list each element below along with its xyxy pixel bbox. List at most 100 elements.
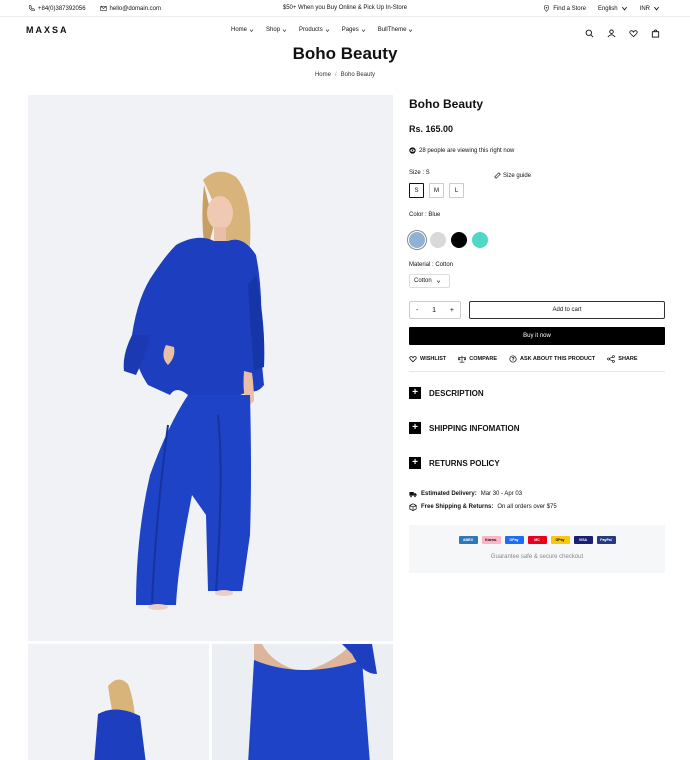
nav-item-bulltheme[interactable]: BullTheme	[378, 27, 414, 33]
color-swatch-black[interactable]	[451, 232, 467, 248]
viewing-notice: 28 people are viewing this right now	[409, 147, 514, 154]
product-actions: WISHLIST COMPARE ASK ABOUT THIS PRODUCT …	[409, 355, 638, 363]
viewing-text: 28 people are viewing this right now	[419, 147, 515, 154]
chevron-down-icon	[436, 279, 440, 283]
heart-icon	[629, 30, 638, 38]
chevron-down-icon	[249, 28, 254, 32]
qty-increase-button[interactable]: +	[450, 307, 454, 314]
wishlist-button[interactable]	[629, 25, 638, 43]
nav-label: BullTheme	[377, 27, 407, 33]
color-swatch-blue[interactable]	[409, 232, 425, 248]
product-thumbnail[interactable]	[212, 644, 393, 760]
user-icon	[607, 29, 616, 38]
chevron-down-icon	[282, 28, 287, 32]
find-store-link[interactable]: Find a Store	[543, 5, 586, 12]
material-label: Material : Cotton	[409, 262, 454, 268]
share-icon	[607, 355, 616, 363]
logo[interactable]: MAXSA	[26, 25, 69, 35]
qty-decrease-button[interactable]: -	[416, 307, 418, 314]
eye-icon	[409, 147, 416, 154]
nav-label: Shop	[266, 27, 281, 33]
language-value: English	[597, 5, 618, 12]
search-button[interactable]	[585, 25, 594, 43]
nav-item-shop[interactable]: Shop	[266, 27, 287, 33]
size-option-s[interactable]: S	[409, 183, 424, 198]
buy-now-button[interactable]: Buy it now	[409, 327, 665, 345]
currency-value: INR	[639, 5, 650, 12]
divider	[409, 371, 665, 372]
accordion-label: DESCRIPTION	[429, 388, 484, 398]
truck-icon	[409, 492, 417, 498]
breadcrumb-separator: /	[334, 72, 337, 78]
ruler-icon	[494, 172, 501, 179]
account-button[interactable]	[607, 25, 616, 43]
model-illustration	[28, 95, 393, 641]
breadcrumb-home[interactable]: Home	[315, 72, 331, 78]
model-back-illustration	[28, 644, 209, 760]
question-icon	[509, 355, 517, 363]
currency-select[interactable]: INR	[640, 5, 660, 12]
color-swatch-teal[interactable]	[472, 232, 488, 248]
size-label: Size : S	[409, 170, 430, 176]
amex-icon: AMEX	[458, 536, 478, 544]
main-nav: Home Shop Products Pages BullTheme	[231, 27, 413, 33]
gpay-icon: GPay	[550, 536, 570, 544]
chevron-down-icon	[654, 6, 659, 11]
site-header: MAXSA Home Shop Products Pages BullTheme	[0, 17, 690, 45]
product-main-image[interactable]	[28, 95, 393, 641]
wishlist-label: WISHLIST	[420, 356, 447, 362]
nav-item-products[interactable]: Products	[299, 27, 330, 33]
scale-icon	[458, 355, 467, 363]
shipping-label: Free Shipping & Returns:	[421, 504, 494, 510]
plus-icon: +	[409, 387, 421, 399]
nav-label: Pages	[341, 27, 359, 33]
product-price: Rs. 165.00	[409, 124, 454, 134]
guarantee-text: Guarantee safe & secure checkout	[490, 554, 584, 560]
accordion-shipping[interactable]: + SHIPPING INFOMATION	[409, 422, 520, 434]
estimated-delivery: Estimated Delivery: Mar 30 - Apr 03	[409, 490, 522, 498]
breadcrumb: Home / Boho Beauty	[0, 72, 690, 78]
chevron-down-icon	[621, 6, 627, 11]
accordion-label: RETURNS POLICY	[429, 458, 500, 468]
plus-icon: +	[409, 457, 421, 469]
size-guide-link[interactable]: Size guide	[494, 172, 531, 179]
accordion-returns[interactable]: + RETURNS POLICY	[409, 457, 500, 469]
nav-item-pages[interactable]: Pages	[342, 27, 366, 33]
size-guide-text: Size guide	[503, 172, 532, 179]
trouser-closeup-illustration	[212, 644, 393, 760]
qty-value[interactable]: 1	[432, 307, 436, 314]
bag-icon	[651, 29, 660, 38]
payment-methods: AMEX Klarna. OPay MC GPay VISA PayPal	[409, 536, 665, 544]
size-option-l[interactable]: L	[449, 183, 464, 198]
size-options: S M L	[409, 183, 464, 198]
plus-icon: +	[409, 422, 421, 434]
language-select[interactable]: English	[598, 5, 628, 12]
nav-item-home[interactable]: Home	[231, 27, 254, 33]
ask-question-action[interactable]: ASK ABOUT THIS PRODUCT	[509, 355, 595, 363]
shipping-value: On all orders over $75	[497, 504, 557, 510]
material-value: Cotton	[414, 278, 432, 284]
opay-icon: OPay	[504, 536, 524, 544]
secure-checkout-box: AMEX Klarna. OPay MC GPay VISA PayPal Gu…	[409, 525, 665, 573]
klarna-icon: Klarna.	[481, 536, 501, 544]
accordion-description[interactable]: + DESCRIPTION	[409, 387, 484, 399]
product-title: Boho Beauty	[409, 97, 484, 111]
delivery-label: Estimated Delivery:	[421, 491, 477, 497]
mastercard-icon: MC	[527, 536, 547, 544]
wishlist-action[interactable]: WISHLIST	[409, 355, 446, 363]
cart-button[interactable]	[651, 25, 660, 43]
add-to-cart-button[interactable]: Add to cart	[469, 301, 665, 319]
find-store-text: Find a Store	[553, 5, 586, 12]
compare-action[interactable]: COMPARE	[458, 355, 497, 363]
ask-question-label: ASK ABOUT THIS PRODUCT	[520, 356, 596, 362]
nav-label: Products	[299, 27, 323, 33]
chevron-down-icon	[409, 28, 413, 32]
breadcrumb-current: Boho Beauty	[340, 72, 376, 78]
share-action[interactable]: SHARE	[607, 355, 638, 363]
color-swatch-gray[interactable]	[430, 232, 446, 248]
material-select[interactable]: Cotton	[409, 274, 450, 288]
product-thumbnail[interactable]	[28, 644, 209, 760]
nav-label: Home	[231, 27, 248, 33]
size-option-m[interactable]: M	[429, 183, 444, 198]
free-shipping: Free Shipping & Returns: On all orders o…	[409, 503, 557, 511]
